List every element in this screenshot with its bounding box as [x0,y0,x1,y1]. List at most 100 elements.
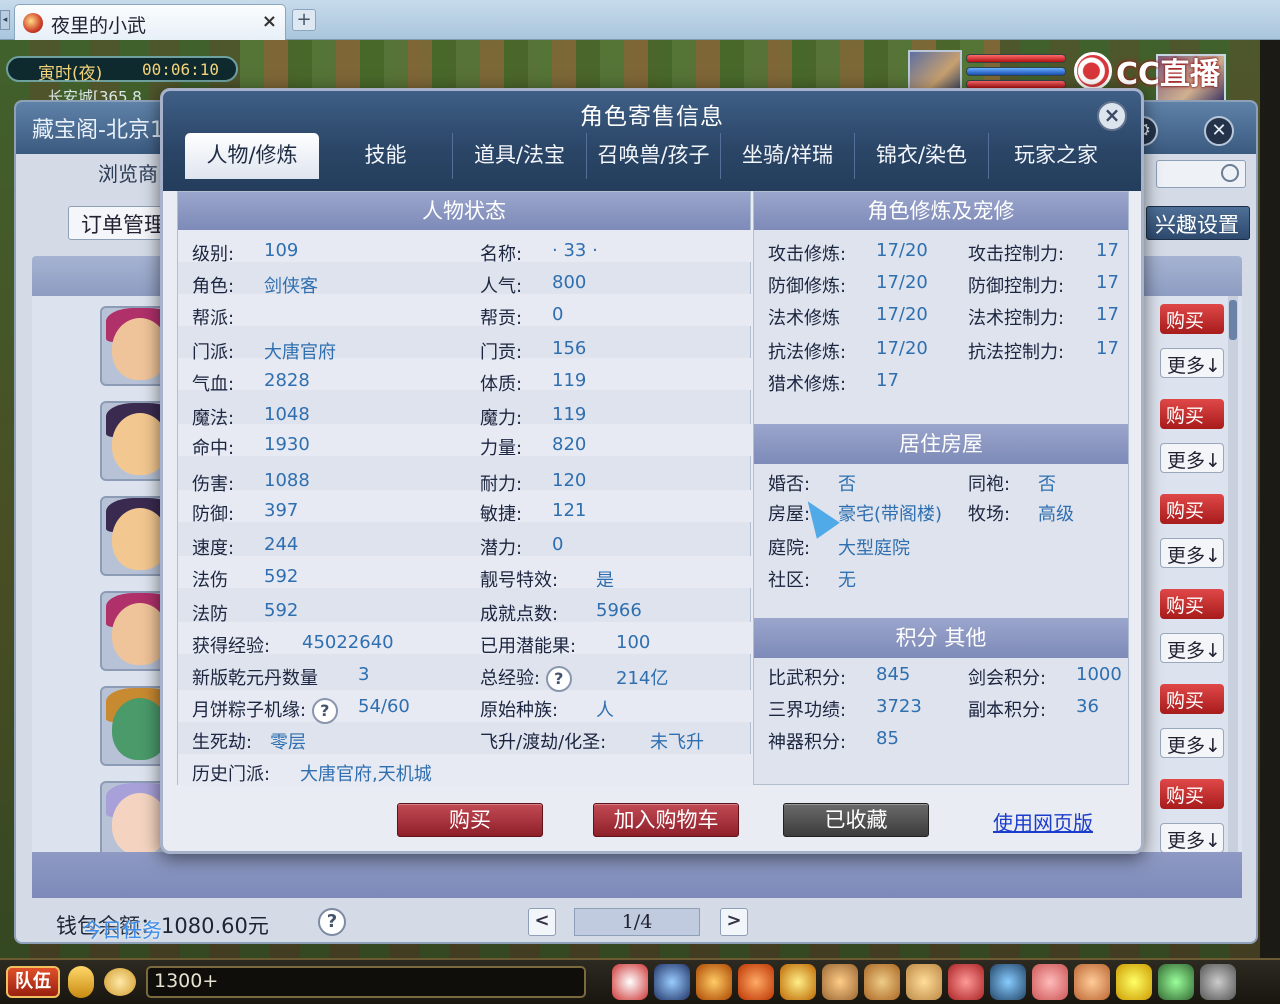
listing-buy-button[interactable]: 购买 [1160,589,1224,619]
cultivation-row: 法术修炼 17/20 [768,304,928,330]
stat-value: 零层 [270,732,306,753]
favorited-button[interactable]: 已收藏 [783,803,929,837]
lantern-icon[interactable] [948,964,984,1000]
stat-level: 级别: 109 [192,240,298,266]
weapon-icon[interactable] [654,964,690,1000]
stat-value: 54/60 [358,696,410,717]
cultivation-row: 猎术修炼: 17 [768,370,899,396]
stat-magic-damage: 法伤 592 [192,566,298,592]
listing-more-button[interactable]: 更多↓ [1160,538,1224,568]
mascot-icon[interactable] [612,964,648,1000]
chat-bubble-icon[interactable] [104,968,136,996]
scrollbar-thumb[interactable] [1229,300,1237,340]
listing-more-button[interactable]: 更多↓ [1160,443,1224,473]
score-row: 神器积分: 85 [768,728,899,754]
score-label: 比武积分: [768,668,847,689]
smiley-icon[interactable] [1116,964,1152,1000]
dialog-close-button[interactable]: × [1097,101,1127,131]
peach-icon[interactable] [1032,964,1068,1000]
tiger-icon[interactable] [864,964,900,1000]
listing-buy-button[interactable]: 购买 [1160,494,1224,524]
listing-more-button[interactable]: 更多↓ [1160,348,1224,378]
listing-buy-button[interactable]: 购买 [1160,779,1224,809]
site-favicon-icon [23,13,43,33]
stat-strength: 力量: 820 [480,434,586,460]
listing-more-button[interactable]: 更多↓ [1160,728,1224,758]
tab-outfits[interactable]: 锦衣/染色 [855,133,989,179]
stat-school: 门派: 大唐官府 [192,338,336,364]
score-value: 85 [876,728,899,749]
prev-page-button[interactable]: < [528,908,556,936]
buy-button[interactable]: 购买 [397,803,543,837]
listing-more-button[interactable]: 更多↓ [1160,823,1224,853]
listing-buy-button[interactable]: 购买 [1160,684,1224,714]
tab-items[interactable]: 道具/法宝 [453,133,587,179]
stat-value: 1048 [264,404,310,425]
help-icon[interactable]: ? [311,698,338,724]
microphone-icon[interactable] [68,966,94,998]
stat-label: 帮派: [192,308,235,329]
system-icon[interactable] [1158,964,1194,1000]
list-footer [32,852,1242,898]
tab-scroll-left-icon[interactable]: ◂ [0,10,10,30]
stat-value: 0 [552,304,564,325]
house-row: 牧场: 高级 [968,500,1074,526]
control-label: 法术控制力: [968,308,1065,329]
window-close-icon[interactable]: ✕ [1204,116,1234,146]
score-row: 剑会积分: 1000 [968,664,1122,690]
browser-tab[interactable]: 夜里的小武 × [14,4,286,40]
house-value: 无 [838,570,856,591]
stat-value: 244 [264,534,299,555]
search-input[interactable] [1156,160,1246,188]
coin-icon[interactable] [780,964,816,1000]
house-row: 社区: 无 [768,566,856,592]
stat-label: 飞升/渡劫/化圣: [480,732,607,753]
control-row: 攻击控制力: 17 [968,240,1119,266]
chat-input[interactable]: 1300+ [146,966,586,998]
stat-label: 已用潜能果: [480,636,577,657]
search-icon[interactable] [1221,164,1239,182]
computer-icon[interactable] [1200,964,1236,1000]
tab-character-cultivation[interactable]: 人物/修炼 [185,133,319,179]
tab-mounts[interactable]: 坐骑/祥瑞 [721,133,855,179]
next-page-button[interactable]: > [720,908,748,936]
help-icon[interactable]: ? [545,666,572,692]
new-tab-button[interactable]: + [292,9,316,31]
team-button[interactable]: 队伍 [6,966,60,998]
handshake-icon[interactable] [1074,964,1110,1000]
tab-skills[interactable]: 技能 [319,133,453,179]
add-to-cart-button[interactable]: 加入购物车 [593,803,739,837]
browser-tab-strip: ◂ 夜里的小武 × + [0,0,1280,40]
tab-summons[interactable]: 召唤兽/孩子 [587,133,721,179]
use-web-version-link[interactable]: 使用网页版 [993,807,1093,836]
dialog-tabs: 人物/修炼 技能 道具/法宝 召唤兽/孩子 坐骑/祥瑞 锦衣/染色 玩家之家 [185,133,1125,179]
scroll-icon[interactable] [906,964,942,1000]
stat-label: 成就点数: [480,604,559,625]
tab-player-home[interactable]: 玩家之家 [989,133,1123,179]
map-icon[interactable] [990,964,1026,1000]
stat-value: 119 [552,404,587,425]
treasure-chest-icon[interactable] [696,964,732,1000]
stat-value: 121 [552,500,587,521]
cultivation-label: 抗法修炼: [768,342,847,363]
stat-label: 新版乾元丹数量 [192,668,318,689]
house-value: 否 [838,474,856,495]
control-value: 17 [1096,240,1119,261]
cultivation-value: 17/20 [876,338,928,359]
help-icon[interactable]: ? [318,908,346,936]
stat-guild-contrib: 帮贡: 0 [480,304,563,330]
listing-more-button[interactable]: 更多↓ [1160,633,1224,663]
character-icon[interactable] [822,964,858,1000]
control-row: 抗法控制力: 17 [968,338,1119,364]
list-scrollbar[interactable] [1228,296,1238,852]
interest-settings-button[interactable]: 兴趣设置 [1146,206,1250,240]
listing-buy-button[interactable]: 购买 [1160,399,1224,429]
hp-bar [966,54,1066,63]
scene-edge [1260,40,1280,958]
daily-task-tip[interactable]: 今日任务 [82,914,162,943]
bag-icon[interactable] [738,964,774,1000]
tab-close-button[interactable]: × [262,11,277,32]
score-row: 三界功绩: 3723 [768,696,922,722]
stat-label: 敏捷: [480,504,523,525]
listing-buy-button[interactable]: 购买 [1160,304,1224,334]
